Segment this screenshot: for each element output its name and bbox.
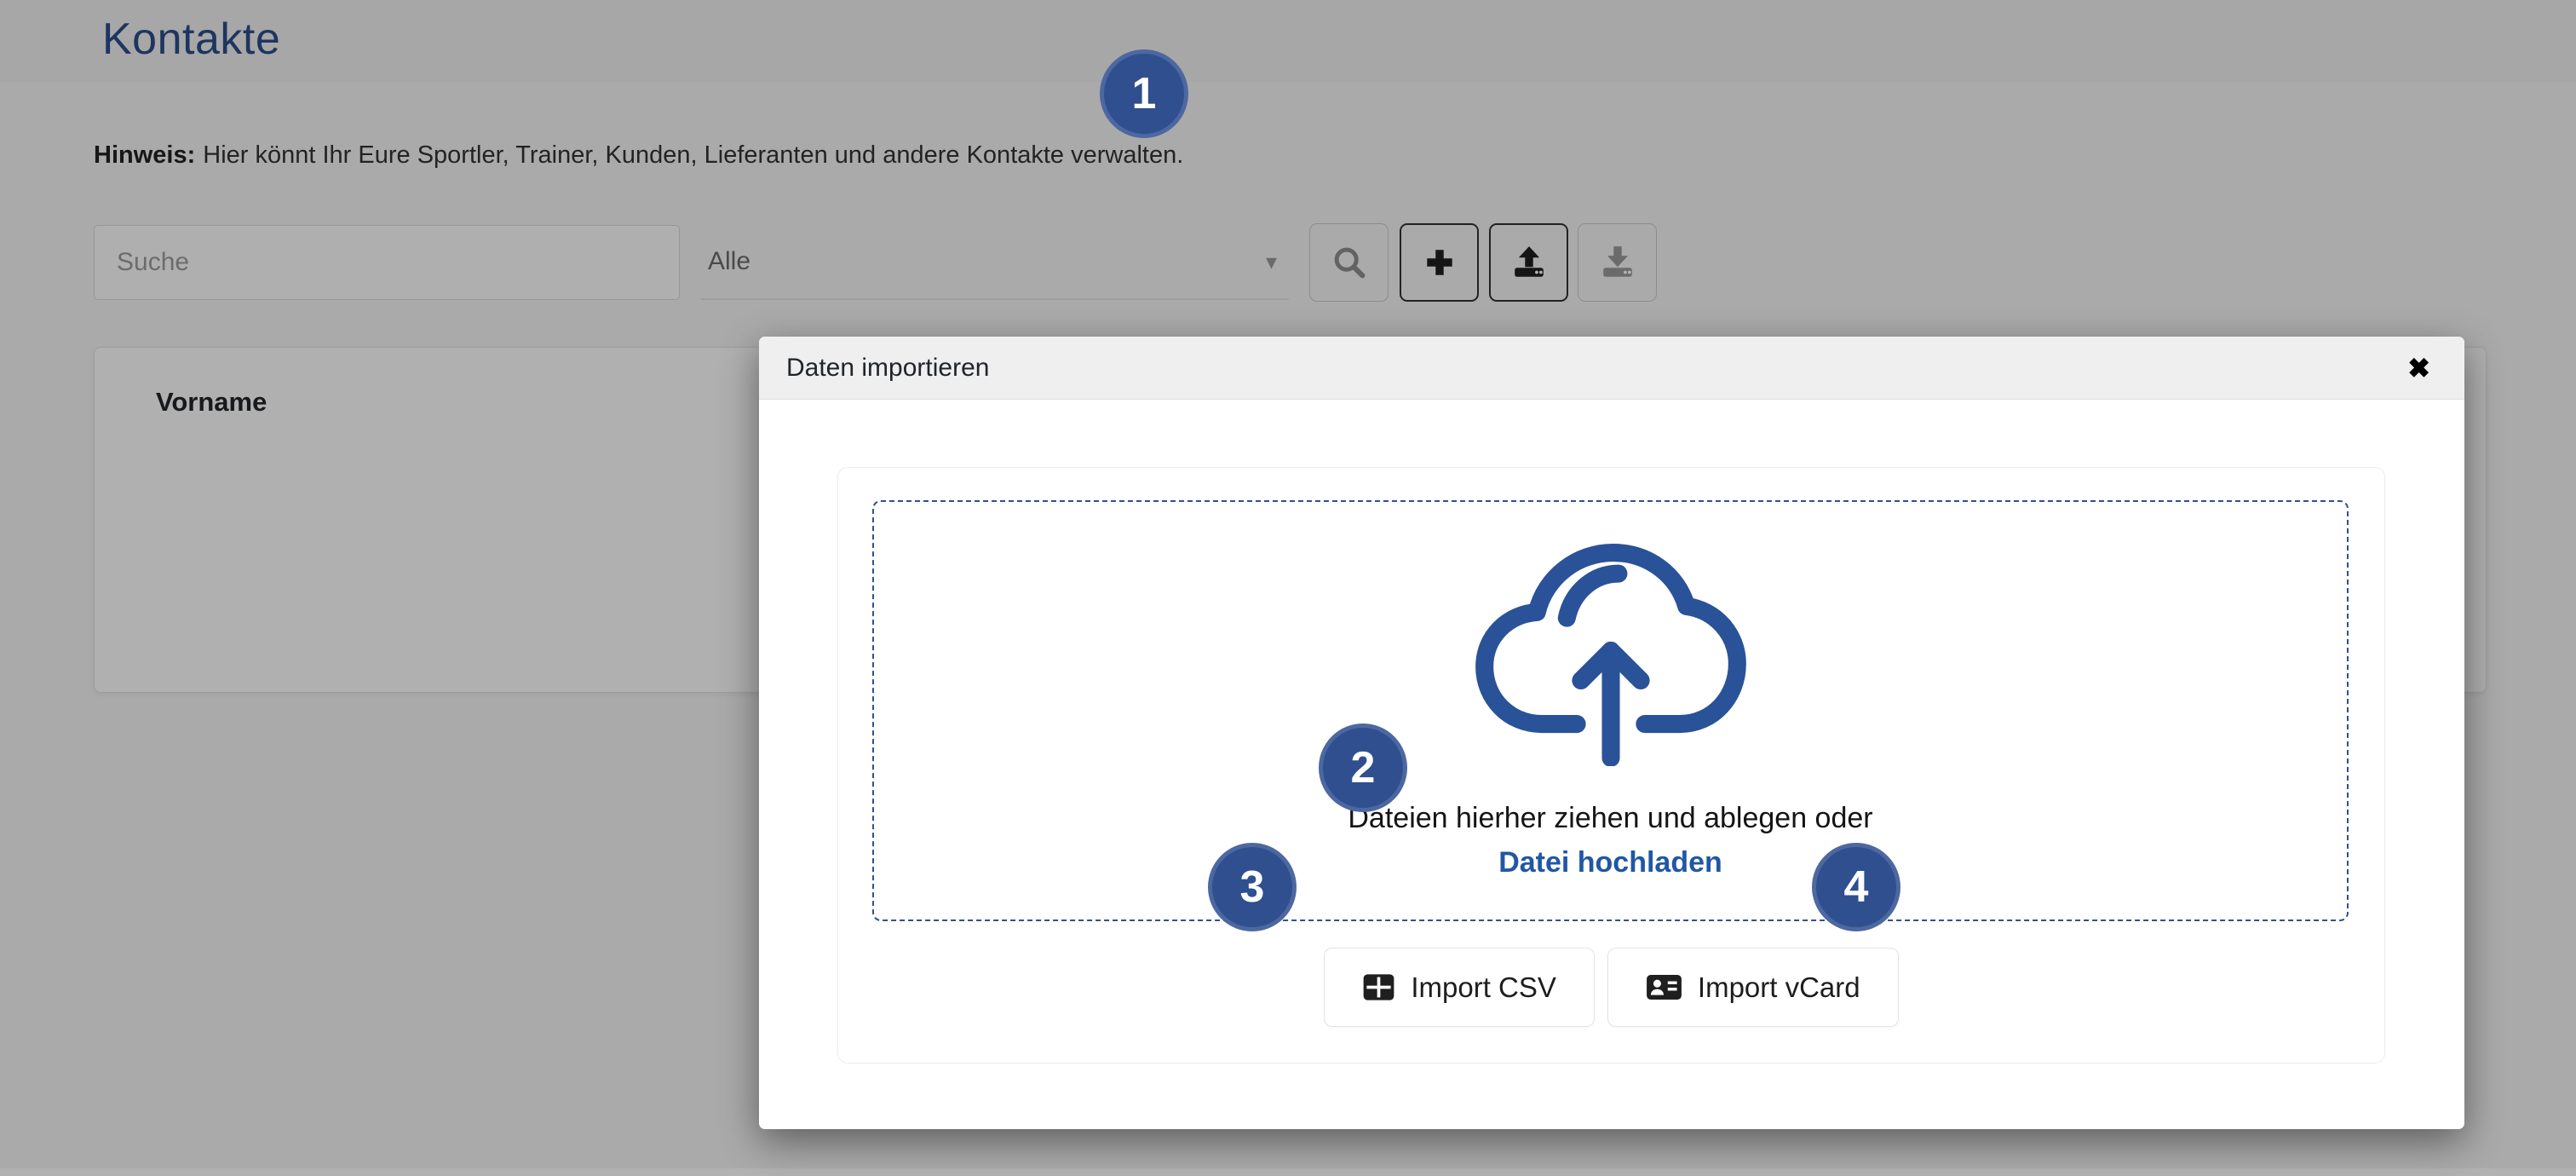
upload-file-link[interactable]: Datei hochladen: [1498, 846, 1722, 879]
close-icon[interactable]: ✖: [2407, 355, 2430, 382]
annotation-badge-1: 1: [1100, 49, 1188, 138]
modal-title: Daten importieren: [786, 354, 989, 383]
import-vcard-button[interactable]: Import vCard: [1607, 948, 1899, 1027]
annotation-badge-4: 4: [1812, 843, 1900, 931]
file-dropzone[interactable]: Dateien hierher ziehen und ablegen oder …: [872, 500, 2349, 921]
dropzone-instruction: Dateien hierher ziehen und ablegen oder: [1348, 802, 1872, 835]
import-csv-label: Import CSV: [1411, 971, 1556, 1004]
address-card-icon: [1646, 972, 1682, 1002]
import-panel: Dateien hierher ziehen und ablegen oder …: [837, 467, 2385, 1064]
annotation-badge-3: 3: [1208, 843, 1297, 931]
cloud-upload-icon: [1469, 538, 1752, 766]
import-buttons-row: Import CSV Import vCard: [838, 948, 2384, 1027]
import-csv-button[interactable]: Import CSV: [1324, 948, 1595, 1027]
table-icon: [1362, 972, 1395, 1002]
modal-header: Daten importieren ✖: [759, 337, 2464, 400]
import-vcard-label: Import vCard: [1698, 971, 1860, 1004]
annotation-badge-2: 2: [1319, 723, 1407, 812]
import-modal: Daten importieren ✖ Dateien hierher zieh…: [759, 337, 2464, 1129]
